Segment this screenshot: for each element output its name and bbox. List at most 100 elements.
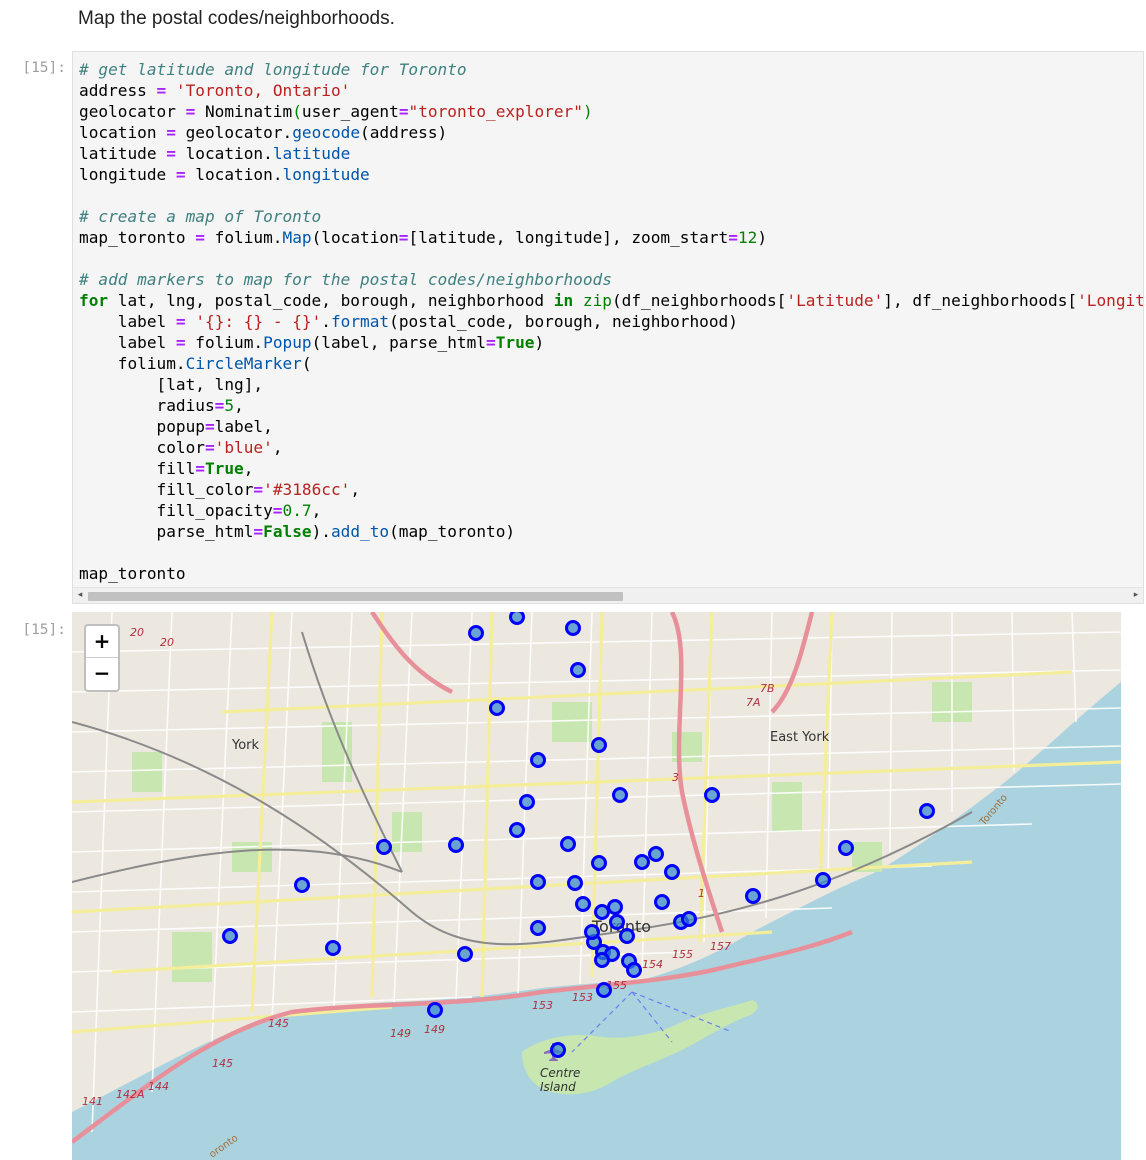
neighborhood-marker[interactable] [325, 940, 341, 956]
code-line: folium.CircleMarker( [79, 353, 1143, 374]
code-line: fill=True, [79, 458, 1143, 479]
code-token: fill_opacity [79, 501, 273, 520]
zoom-out-button[interactable]: − [86, 658, 118, 689]
code-token: 5 [224, 396, 235, 415]
map-tiles[interactable]: Toronto East York York Centre Island 20 … [72, 612, 1121, 1160]
code-cell-editor[interactable]: # get latitude and longitude for Toronto… [72, 51, 1144, 604]
folium-map[interactable]: Toronto East York York Centre Island 20 … [72, 612, 1121, 1160]
code-token: Popup [263, 333, 312, 352]
scroll-right-arrow-icon[interactable]: ▸ [1129, 588, 1143, 603]
neighborhood-marker[interactable] [509, 822, 525, 838]
code-token: location [79, 123, 167, 142]
neighborhood-marker[interactable] [448, 837, 464, 853]
shield-153a: 153 [532, 999, 553, 1012]
code-token: 'Latitude' [786, 291, 884, 310]
code-token: = [728, 228, 738, 247]
code-token: 0.7 [282, 501, 312, 520]
neighborhood-marker[interactable] [457, 946, 473, 962]
code-line: # add markers to map for the postal code… [79, 269, 1143, 290]
neighborhood-marker[interactable] [634, 854, 650, 870]
neighborhood-marker[interactable] [838, 840, 854, 856]
neighborhood-marker[interactable] [427, 1002, 443, 1018]
neighborhood-marker[interactable] [519, 794, 535, 810]
neighborhood-marker[interactable] [570, 662, 586, 678]
neighborhood-marker[interactable] [681, 911, 697, 927]
neighborhood-marker[interactable] [745, 888, 761, 904]
neighborhood-marker[interactable] [654, 894, 670, 910]
code-line: fill_opacity=0.7, [79, 500, 1143, 521]
neighborhood-marker[interactable] [489, 700, 505, 716]
code-token: (label, parse_html [311, 333, 486, 352]
code-token: = [195, 459, 205, 478]
code-text[interactable]: # get latitude and longitude for Toronto… [79, 59, 1143, 584]
neighborhood-marker[interactable] [550, 1042, 566, 1058]
code-token: map_toronto [79, 228, 196, 247]
neighborhood-marker[interactable] [565, 620, 581, 636]
code-line: parse_html=False).add_to(map_toronto) [79, 521, 1143, 542]
scroll-left-arrow-icon[interactable]: ◂ [73, 588, 87, 603]
neighborhood-marker[interactable] [560, 836, 576, 852]
code-token: ( [292, 102, 302, 121]
neighborhood-marker[interactable] [591, 855, 607, 871]
neighborhood-marker[interactable] [626, 962, 642, 978]
code-token: 'Toronto, Ontario' [175, 81, 351, 100]
code-token: = [175, 312, 186, 331]
label-york: York [231, 738, 260, 753]
neighborhood-marker[interactable] [609, 914, 625, 930]
neighborhood-marker[interactable] [567, 875, 583, 891]
neighborhood-marker[interactable] [294, 877, 310, 893]
neighborhood-marker[interactable] [607, 899, 623, 915]
code-token: , [350, 480, 361, 499]
neighborhood-marker[interactable] [594, 952, 610, 968]
neighborhood-marker[interactable] [584, 924, 600, 940]
neighborhood-marker[interactable] [596, 982, 612, 998]
shield-142a: 142A [116, 1088, 145, 1101]
code-line: latitude = location.latitude [79, 143, 1143, 164]
code-line: [lat, lng], [79, 374, 1143, 395]
neighborhood-marker[interactable] [619, 928, 635, 944]
shield-149b: 149 [424, 1023, 445, 1036]
code-token: = [486, 333, 496, 352]
code-token: "toronto_explorer" [408, 102, 583, 121]
code-line: # get latitude and longitude for Toronto [79, 59, 1143, 80]
code-token: ). [311, 522, 331, 541]
neighborhood-marker[interactable] [919, 803, 935, 819]
code-token: location. [175, 144, 273, 163]
neighborhood-marker[interactable] [530, 874, 546, 890]
scrollbar-thumb[interactable] [88, 592, 623, 601]
shield-141: 141 [82, 1095, 103, 1108]
code-line: label = '{}: {} - {}'.format(postal_code… [79, 311, 1143, 332]
code-token: = [204, 438, 215, 457]
neighborhood-marker[interactable] [704, 787, 720, 803]
neighborhood-marker[interactable] [376, 839, 392, 855]
neighborhood-marker[interactable] [594, 904, 610, 920]
code-token: user_agent [301, 102, 399, 121]
code-cell-prompt: [15]: [22, 60, 66, 76]
horizontal-scrollbar[interactable]: ◂ ▸ [73, 587, 1143, 603]
neighborhood-marker[interactable] [222, 928, 238, 944]
code-line: fill_color='#3186cc', [79, 479, 1143, 500]
neighborhood-marker[interactable] [509, 612, 525, 625]
neighborhood-marker[interactable] [468, 625, 484, 641]
code-token: parse_html [79, 522, 254, 541]
zoom-in-button[interactable]: + [86, 626, 118, 658]
neighborhood-marker[interactable] [815, 872, 831, 888]
code-token: location. [185, 165, 283, 184]
neighborhood-marker[interactable] [612, 787, 628, 803]
shield-1: 1 [698, 887, 705, 900]
code-token: True [495, 333, 535, 352]
code-token: folium. [185, 333, 264, 352]
neighborhood-marker[interactable] [664, 864, 680, 880]
neighborhood-marker[interactable] [530, 920, 546, 936]
code-token: format [330, 312, 390, 331]
zoom-control[interactable]: + − [84, 624, 120, 692]
code-token: longitude [79, 165, 176, 184]
neighborhood-marker[interactable] [648, 846, 664, 862]
neighborhood-marker[interactable] [575, 896, 591, 912]
neighborhood-marker[interactable] [591, 737, 607, 753]
code-token: = [166, 144, 176, 163]
neighborhood-marker[interactable] [530, 752, 546, 768]
